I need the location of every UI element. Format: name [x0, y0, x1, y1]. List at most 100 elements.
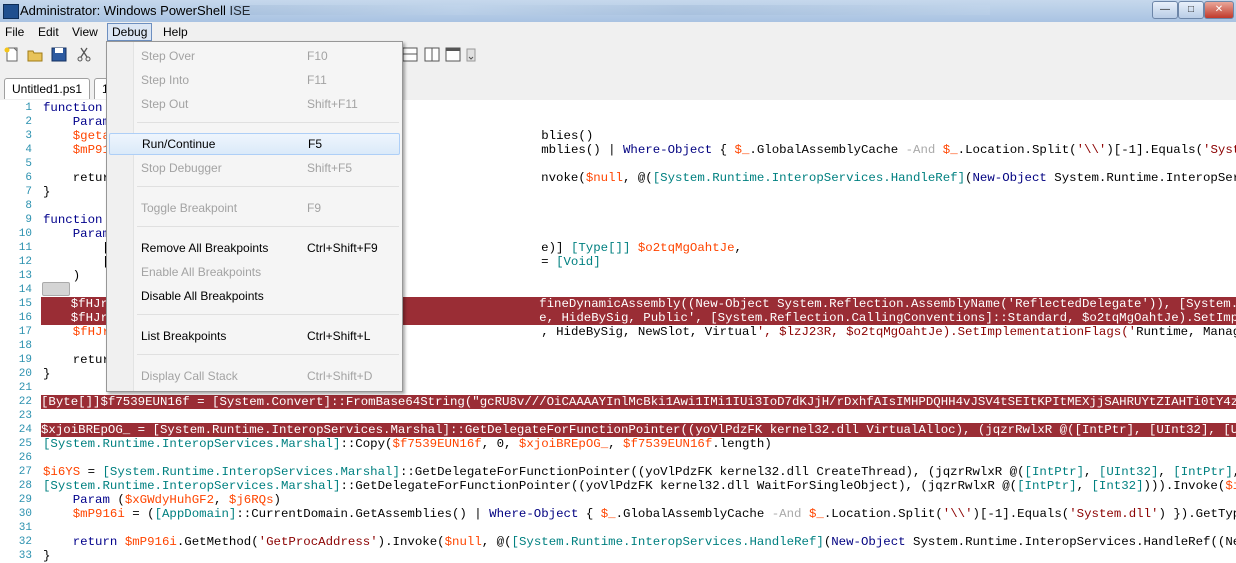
menu-item-display-call-stack[interactable]: Display Call Stack Ctrl+Shift+D	[109, 365, 398, 387]
line-number: 11	[18, 242, 32, 254]
menu-item-shortcut: Shift+F11	[307, 97, 358, 111]
menu-view[interactable]: View	[68, 24, 102, 40]
code-line-breakpoint[interactable]: [Byte[]]$f7539EUN16f = [System.Convert]:…	[41, 395, 1236, 409]
menu-item-label: Stop Debugger	[141, 161, 222, 175]
line-number: 13	[18, 270, 32, 282]
line-number: 30	[18, 508, 32, 520]
code-line[interactable]	[43, 521, 1236, 535]
menu-item-remove-all-breakpoints[interactable]: Remove All Breakpoints Ctrl+Shift+F9	[109, 237, 398, 259]
line-number: 3	[25, 130, 32, 142]
save-icon[interactable]	[51, 47, 67, 62]
menu-separator	[137, 314, 399, 315]
new-file-icon[interactable]	[4, 47, 20, 62]
pane-layout-icon[interactable]	[445, 47, 461, 62]
menu-item-step-over[interactable]: Step Over F10	[109, 45, 398, 67]
code-line[interactable]: [System.Runtime.InteropServices.Marshal]…	[43, 437, 1236, 451]
line-number: 6	[25, 172, 32, 184]
line-number: 23	[18, 410, 32, 422]
line-number: 19	[18, 354, 32, 366]
line-number: 4	[25, 144, 32, 156]
title-bar: Administrator: Windows PowerShell ISE — …	[0, 0, 1236, 23]
menu-separator	[137, 226, 399, 227]
menu-help[interactable]: Help	[159, 24, 192, 40]
menu-item-label: Display Call Stack	[141, 369, 238, 383]
menu-item-enable-all-breakpoints[interactable]: Enable All Breakpoints	[109, 261, 398, 283]
line-number: 16	[18, 312, 32, 324]
close-button[interactable]: ✕	[1204, 1, 1234, 19]
line-number-gutter: 1 2 3 4 5 6 7 8 9 10 11 12 13 14 15 16 17 18 19 20 21 22 23 24 2…	[0, 100, 34, 562]
line-number: 1	[25, 102, 32, 114]
menu-item-step-into[interactable]: Step Into F11	[109, 69, 398, 91]
maximize-button[interactable]: □	[1178, 1, 1204, 19]
menu-edit[interactable]: Edit	[34, 24, 63, 40]
menu-item-toggle-breakpoint[interactable]: Toggle Breakpoint F9	[109, 197, 398, 219]
line-number: 14	[18, 284, 32, 296]
toolbar-overflow-icon[interactable]	[466, 47, 476, 62]
menu-item-label: Step Into	[141, 73, 190, 87]
cut-icon[interactable]	[76, 47, 92, 62]
breakpoint-marker	[42, 282, 70, 296]
menu-separator	[137, 186, 399, 187]
menu-item-run-continue[interactable]: Run/Continue F5	[109, 133, 400, 155]
line-number: 21	[18, 382, 32, 394]
menu-item-shortcut: F9	[307, 201, 322, 215]
line-number: 8	[25, 200, 32, 212]
line-number: 20	[18, 368, 32, 380]
menu-item-stop-debugger[interactable]: Stop Debugger Shift+F5	[109, 157, 398, 179]
menu-item-label: Disable All Breakpoints	[141, 289, 264, 303]
line-number: 15	[18, 298, 32, 310]
code-line[interactable]: $i6YS = [System.Runtime.InteropServices.…	[43, 465, 1236, 479]
line-number: 25	[18, 438, 32, 450]
line-number: 18	[18, 340, 32, 352]
menu-item-label: Enable All Breakpoints	[141, 265, 262, 279]
code-line[interactable]: return $mP916i.GetMethod('GetProcAddress…	[43, 535, 1236, 549]
open-file-icon[interactable]	[27, 47, 43, 62]
menu-item-shortcut: Ctrl+Shift+L	[307, 329, 371, 343]
menu-item-label: Run/Continue	[142, 137, 216, 151]
menu-debug[interactable]: Debug	[107, 23, 153, 41]
line-number: 5	[25, 158, 32, 170]
powershell-app-icon	[3, 4, 19, 19]
tab-untitled1[interactable]: Untitled1.ps1	[4, 78, 91, 99]
code-line[interactable]	[43, 409, 1236, 423]
menu-file[interactable]: File	[1, 24, 28, 40]
code-line[interactable]	[43, 451, 1236, 465]
menu-separator	[137, 354, 399, 355]
menu-bar: File Edit View Debug Help	[0, 22, 1236, 42]
line-number: 12	[18, 256, 32, 268]
pane-layout-icon[interactable]	[402, 47, 418, 62]
minimize-button[interactable]: —	[1152, 1, 1178, 19]
menu-item-label: Step Out	[141, 97, 189, 111]
line-number: 9	[25, 214, 32, 226]
line-number: 29	[18, 494, 32, 506]
menu-item-shortcut: Ctrl+Shift+D	[307, 369, 373, 383]
code-line[interactable]: [System.Runtime.InteropServices.Marshal]…	[43, 479, 1236, 493]
menu-item-shortcut: F10	[307, 49, 328, 63]
pane-layout-icon[interactable]	[424, 47, 440, 62]
line-number: 7	[25, 186, 32, 198]
menu-item-label: Remove All Breakpoints	[141, 241, 269, 255]
menu-item-shortcut: Shift+F5	[307, 161, 353, 175]
line-number: 26	[18, 452, 32, 464]
title-bar-ghost-text	[230, 5, 990, 15]
menu-item-shortcut: F5	[308, 137, 323, 151]
menu-item-label: Step Over	[141, 49, 196, 63]
menu-item-list-breakpoints[interactable]: List Breakpoints Ctrl+Shift+L	[109, 325, 398, 347]
line-number: 24	[18, 424, 32, 436]
menu-item-step-out[interactable]: Step Out Shift+F11	[109, 93, 398, 115]
line-number: 17	[18, 326, 32, 338]
window-title: Administrator: Windows PowerShell ISE	[20, 3, 251, 18]
code-line[interactable]: $mP916i = ([AppDomain]::CurrentDomain.Ge…	[43, 507, 1236, 521]
line-number: 27	[18, 466, 32, 478]
menu-item-disable-all-breakpoints[interactable]: Disable All Breakpoints	[109, 285, 398, 307]
menu-separator	[137, 122, 399, 123]
line-number: 32	[18, 536, 32, 548]
line-number: 22	[18, 396, 32, 408]
line-number: 10	[18, 228, 32, 240]
debug-menu: Step Over F10 Step Into F11 Step Out Shift+…	[106, 41, 403, 392]
code-line[interactable]: Param ($xGWdyHuhGF2, $j6RQs)	[43, 493, 1236, 507]
line-number: 28	[18, 480, 32, 492]
line-number: 31	[18, 522, 32, 534]
menu-item-label: Toggle Breakpoint	[141, 201, 238, 215]
code-line-breakpoint[interactable]: $xjoiBREpOG_ = [System.Runtime.InteropSe…	[41, 423, 1236, 437]
